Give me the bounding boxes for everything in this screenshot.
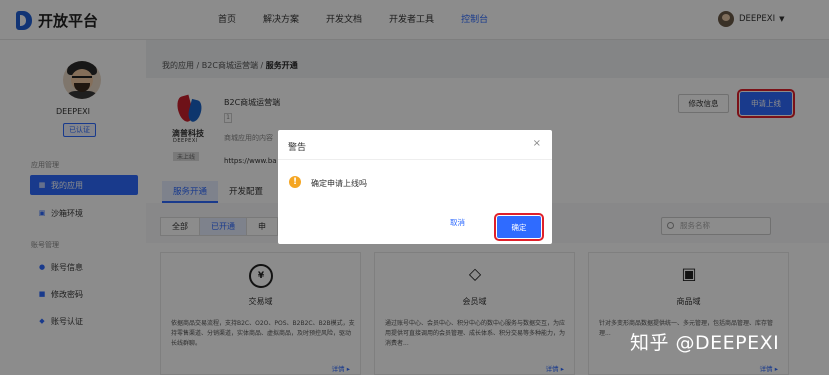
cancel-button[interactable]: 取消: [450, 217, 465, 228]
watermark: 知乎 @DEEPEXI: [630, 332, 780, 354]
warning-icon: !: [289, 176, 301, 188]
confirm-dialog: 警告 × ! 确定申请上线吗 取消 确定: [278, 130, 552, 244]
confirm-button[interactable]: 确定: [494, 213, 544, 241]
dialog-title: 警告: [288, 143, 307, 153]
dialog-message: 确定申请上线吗: [311, 179, 367, 188]
dialog-divider: [278, 159, 552, 160]
close-icon[interactable]: ×: [533, 138, 541, 149]
